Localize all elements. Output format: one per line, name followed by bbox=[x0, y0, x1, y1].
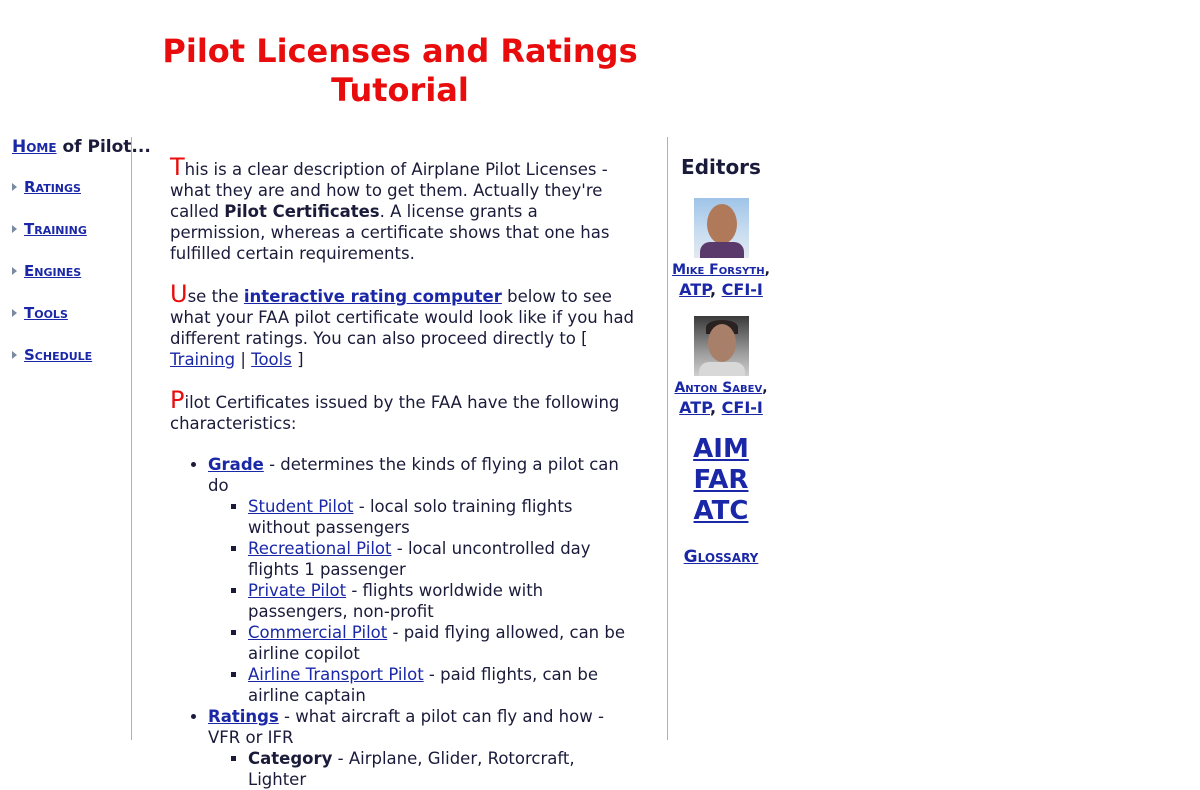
separator: , bbox=[709, 398, 722, 417]
rating-computer-paragraph: Use the interactive rating computer belo… bbox=[170, 282, 636, 370]
private-pilot-link[interactable]: Private Pilot bbox=[248, 581, 346, 600]
ratings-sublist: Category - Airplane, Glider, Rotorcraft,… bbox=[208, 748, 636, 790]
triangle-right-icon bbox=[12, 267, 17, 275]
p2-separator: | bbox=[235, 350, 252, 369]
reference-links: AIM FAR ATC bbox=[668, 434, 774, 527]
editors-column: Editors Mike Forsyth, ATP, CFI-I Anton S… bbox=[668, 155, 774, 567]
editor-photo-mike-forsyth[interactable] bbox=[693, 198, 749, 258]
left-nav: Home of Pilot... Ratings Training Engine… bbox=[12, 137, 151, 387]
triangle-right-icon bbox=[12, 225, 17, 233]
nav-item-schedule[interactable]: Schedule bbox=[12, 345, 132, 365]
tools-link[interactable]: Tools bbox=[251, 350, 292, 369]
nav-home: Home of Pilot... bbox=[12, 137, 151, 157]
left-divider bbox=[131, 137, 132, 740]
list-item: Category - Airplane, Glider, Rotorcraft,… bbox=[248, 748, 636, 790]
nav-item-ratings[interactable]: Ratings bbox=[12, 177, 132, 197]
ratings-link[interactable]: Ratings bbox=[208, 707, 279, 726]
triangle-right-icon bbox=[12, 309, 17, 317]
pilot-certificates-bold: Pilot Certificates bbox=[224, 202, 380, 221]
list-item: Ratings - what aircraft a pilot can fly … bbox=[208, 706, 636, 790]
drop-cap: T bbox=[170, 153, 185, 181]
editor-creds-row: ATP, CFI-I bbox=[668, 280, 774, 300]
commercial-pilot-link[interactable]: Commercial Pilot bbox=[248, 623, 387, 642]
p2-text-3: ] bbox=[291, 350, 304, 369]
airline-transport-pilot-link[interactable]: Airline Transport Pilot bbox=[248, 665, 424, 684]
list-item: Recreational Pilot - local uncontrolled … bbox=[248, 538, 636, 580]
recreational-pilot-link[interactable]: Recreational Pilot bbox=[248, 539, 392, 558]
page-title: Pilot Licenses and Ratings Tutorial bbox=[140, 32, 660, 110]
atc-link[interactable]: ATC bbox=[668, 496, 774, 527]
aim-link[interactable]: AIM bbox=[668, 434, 774, 465]
editor-creds-row: ATP, CFI-I bbox=[668, 398, 774, 418]
editor-name-row: Mike Forsyth, bbox=[668, 260, 774, 280]
editors-heading: Editors bbox=[681, 155, 761, 179]
comma: , bbox=[762, 380, 768, 396]
atp-link[interactable]: ATP bbox=[679, 280, 710, 299]
atp-link[interactable]: ATP bbox=[679, 398, 710, 417]
drop-cap: U bbox=[170, 280, 188, 308]
training-link[interactable]: Training bbox=[170, 350, 235, 369]
p3-text: ilot Certificates issued by the FAA have… bbox=[170, 393, 620, 433]
page-title-line-1: Pilot Licenses and Ratings bbox=[162, 32, 638, 70]
list-item: Private Pilot - flights worldwide with p… bbox=[248, 580, 636, 622]
nav-item-engines[interactable]: Engines bbox=[12, 261, 132, 281]
cfii-link[interactable]: CFI-I bbox=[722, 280, 763, 299]
triangle-right-icon bbox=[12, 351, 17, 359]
intro-paragraph: This is a clear description of Airplane … bbox=[170, 155, 636, 264]
grade-link[interactable]: Grade bbox=[208, 455, 264, 474]
page-title-line-2: Tutorial bbox=[331, 71, 469, 109]
list-item: Grade - determines the kinds of flying a… bbox=[208, 454, 636, 706]
grade-sublist: Student Pilot - local solo training flig… bbox=[208, 496, 636, 706]
editor-photo-anton-sabev[interactable] bbox=[693, 316, 749, 376]
nav-link-tools[interactable]: Tools bbox=[24, 304, 68, 322]
editor-name-row: Anton Sabev, bbox=[668, 378, 774, 398]
category-bold: Category bbox=[248, 749, 333, 768]
cfii-link[interactable]: CFI-I bbox=[722, 398, 763, 417]
nav-link-ratings[interactable]: Ratings bbox=[24, 178, 81, 196]
glossary-row: Glossary bbox=[668, 547, 774, 567]
grade-desc: - determines the kinds of flying a pilot… bbox=[208, 455, 619, 495]
glossary-link[interactable]: Glossary bbox=[684, 547, 759, 567]
editor-link-mike-forsyth[interactable]: Mike Forsyth bbox=[672, 262, 765, 278]
nav-item-training[interactable]: Training bbox=[12, 219, 132, 239]
separator: , bbox=[709, 280, 722, 299]
nav-link-schedule[interactable]: Schedule bbox=[24, 346, 92, 364]
student-pilot-link[interactable]: Student Pilot bbox=[248, 497, 354, 516]
list-item: Commercial Pilot - paid flying allowed, … bbox=[248, 622, 636, 664]
home-suffix: of Pilot... bbox=[56, 137, 151, 157]
list-item: Student Pilot - local solo training flig… bbox=[248, 496, 636, 538]
nav-link-engines[interactable]: Engines bbox=[24, 262, 81, 280]
triangle-right-icon bbox=[12, 183, 17, 191]
comma: , bbox=[764, 262, 770, 278]
drop-cap: P bbox=[170, 386, 185, 414]
rating-computer-link[interactable]: interactive rating computer bbox=[244, 287, 502, 306]
nav-link-training[interactable]: Training bbox=[24, 220, 87, 238]
editor-link-anton-sabev[interactable]: Anton Sabev bbox=[674, 380, 762, 396]
far-link[interactable]: FAR bbox=[668, 465, 774, 496]
main-content: This is a clear description of Airplane … bbox=[170, 155, 636, 790]
home-link[interactable]: Home bbox=[12, 137, 57, 157]
characteristics-paragraph: Pilot Certificates issued by the FAA hav… bbox=[170, 388, 636, 434]
p2-text: se the bbox=[187, 287, 244, 306]
nav-item-tools[interactable]: Tools bbox=[12, 303, 132, 323]
list-item: Airline Transport Pilot - paid flights, … bbox=[248, 664, 636, 706]
